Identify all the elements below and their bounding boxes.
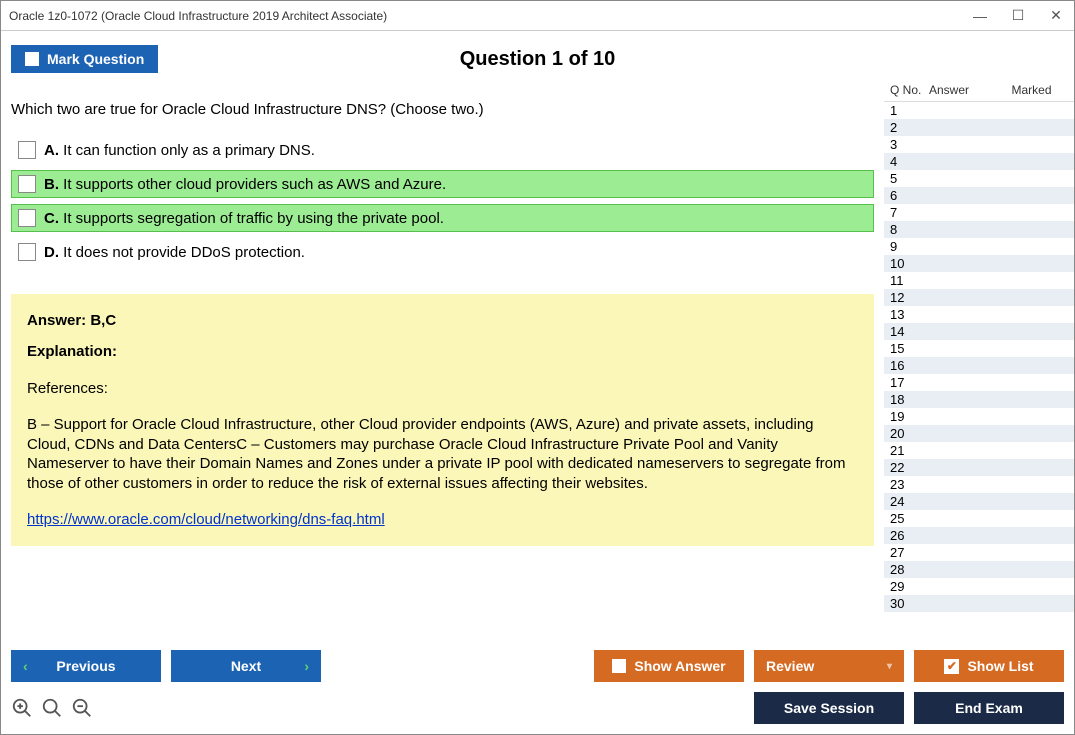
question-list-row[interactable]: 19 [884, 408, 1074, 425]
question-list-row[interactable]: 22 [884, 459, 1074, 476]
option-checkbox[interactable] [18, 141, 36, 159]
question-list-row[interactable]: 12 [884, 289, 1074, 306]
question-heading: Question 1 of 10 [460, 48, 616, 71]
show-list-label: Show List [967, 658, 1033, 674]
caret-down-icon: ▾ [887, 661, 892, 672]
zoom-reset-icon[interactable] [41, 697, 63, 719]
option-label: A. It can function only as a primary DNS… [44, 142, 315, 159]
show-answer-button[interactable]: Show Answer [594, 650, 744, 682]
review-button[interactable]: Review ▾ [754, 650, 904, 682]
question-list-row[interactable]: 29 [884, 578, 1074, 595]
answer-line: Answer: B,C [27, 312, 858, 329]
header-row: Mark Question Question 1 of 10 [1, 31, 1074, 79]
question-list-row[interactable]: 3 [884, 136, 1074, 153]
review-label: Review [766, 658, 814, 674]
question-list-row[interactable]: 1 [884, 102, 1074, 119]
question-list-row[interactable]: 28 [884, 561, 1074, 578]
explanation-label: Explanation: [27, 343, 858, 360]
show-answer-label: Show Answer [634, 658, 725, 674]
col-qno: Q No. [884, 83, 929, 97]
window-title: Oracle 1z0-1072 (Oracle Cloud Infrastruc… [9, 9, 970, 23]
question-list-row[interactable]: 13 [884, 306, 1074, 323]
checkbox-icon [612, 659, 626, 673]
zoom-controls [11, 697, 93, 719]
question-list-row[interactable]: 10 [884, 255, 1074, 272]
check-icon: ✔ [944, 659, 959, 674]
maximize-button[interactable]: ☐ [1008, 7, 1028, 24]
option-row-a[interactable]: A. It can function only as a primary DNS… [11, 136, 874, 164]
titlebar: Oracle 1z0-1072 (Oracle Cloud Infrastruc… [1, 1, 1074, 31]
next-label: Next [231, 658, 261, 674]
mark-question-button[interactable]: Mark Question [11, 45, 158, 73]
question-list-row[interactable]: 21 [884, 442, 1074, 459]
question-list-row[interactable]: 23 [884, 476, 1074, 493]
references-label: References: [27, 380, 858, 397]
question-list-row[interactable]: 9 [884, 238, 1074, 255]
question-list-row[interactable]: 30 [884, 595, 1074, 612]
col-answer: Answer [929, 83, 989, 97]
question-list-row[interactable]: 18 [884, 391, 1074, 408]
window-controls: — ☐ ✕ [970, 7, 1066, 24]
footer-row-1: ‹ Previous Next › Show Answer Review ▾ ✔… [11, 650, 1064, 682]
question-list-row[interactable]: 7 [884, 204, 1074, 221]
footer-row-2: Save Session End Exam [11, 692, 1064, 724]
question-list-row[interactable]: 16 [884, 357, 1074, 374]
options-container: A. It can function only as a primary DNS… [11, 136, 874, 272]
question-list-pane: Q No. Answer Marked 12345678910111213141… [884, 79, 1074, 640]
question-list-row[interactable]: 11 [884, 272, 1074, 289]
question-list-row[interactable]: 2 [884, 119, 1074, 136]
previous-button[interactable]: ‹ Previous [11, 650, 161, 682]
app-window: Oracle 1z0-1072 (Oracle Cloud Infrastruc… [0, 0, 1075, 735]
question-list-row[interactable]: 20 [884, 425, 1074, 442]
chevron-left-icon: ‹ [23, 658, 28, 674]
previous-label: Previous [56, 658, 115, 674]
question-list-row[interactable]: 25 [884, 510, 1074, 527]
question-list-row[interactable]: 8 [884, 221, 1074, 238]
option-row-b[interactable]: B. It supports other cloud providers suc… [11, 170, 874, 198]
mark-question-label: Mark Question [47, 51, 144, 67]
question-list-row[interactable]: 6 [884, 187, 1074, 204]
question-list-row[interactable]: 24 [884, 493, 1074, 510]
option-label: B. It supports other cloud providers suc… [44, 176, 446, 193]
minimize-button[interactable]: — [970, 8, 990, 24]
show-list-button[interactable]: ✔ Show List [914, 650, 1064, 682]
option-row-c[interactable]: C. It supports segregation of traffic by… [11, 204, 874, 232]
footer: ‹ Previous Next › Show Answer Review ▾ ✔… [1, 640, 1074, 734]
question-list-row[interactable]: 27 [884, 544, 1074, 561]
question-list-header: Q No. Answer Marked [884, 79, 1074, 102]
question-list-body[interactable]: 1234567891011121314151617181920212223242… [884, 102, 1074, 640]
question-list-row[interactable]: 26 [884, 527, 1074, 544]
question-list-row[interactable]: 4 [884, 153, 1074, 170]
body-area: Which two are true for Oracle Cloud Infr… [1, 79, 1074, 640]
question-list-row[interactable]: 5 [884, 170, 1074, 187]
option-checkbox[interactable] [18, 243, 36, 261]
option-row-d[interactable]: D. It does not provide DDoS protection. [11, 238, 874, 266]
option-label: D. It does not provide DDoS protection. [44, 244, 305, 261]
end-exam-button[interactable]: End Exam [914, 692, 1064, 724]
next-button[interactable]: Next › [171, 650, 321, 682]
question-list-row[interactable]: 17 [884, 374, 1074, 391]
option-checkbox[interactable] [18, 175, 36, 193]
chevron-right-icon: › [304, 658, 309, 674]
option-checkbox[interactable] [18, 209, 36, 227]
save-session-button[interactable]: Save Session [754, 692, 904, 724]
checkbox-icon [25, 52, 39, 66]
end-exam-label: End Exam [955, 700, 1023, 716]
question-list-row[interactable]: 15 [884, 340, 1074, 357]
zoom-out-icon[interactable] [71, 697, 93, 719]
reference-link[interactable]: https://www.oracle.com/cloud/networking/… [27, 511, 385, 528]
question-list-row[interactable]: 14 [884, 323, 1074, 340]
close-button[interactable]: ✕ [1046, 7, 1066, 24]
answer-box: Answer: B,C Explanation: References: B –… [11, 294, 874, 546]
main-pane: Which two are true for Oracle Cloud Infr… [1, 79, 884, 640]
explanation-body: B – Support for Oracle Cloud Infrastruct… [27, 415, 858, 493]
col-marked: Marked [989, 83, 1074, 97]
zoom-in-icon[interactable] [11, 697, 33, 719]
save-session-label: Save Session [784, 700, 874, 716]
option-label: C. It supports segregation of traffic by… [44, 210, 444, 227]
question-text: Which two are true for Oracle Cloud Infr… [11, 101, 874, 118]
